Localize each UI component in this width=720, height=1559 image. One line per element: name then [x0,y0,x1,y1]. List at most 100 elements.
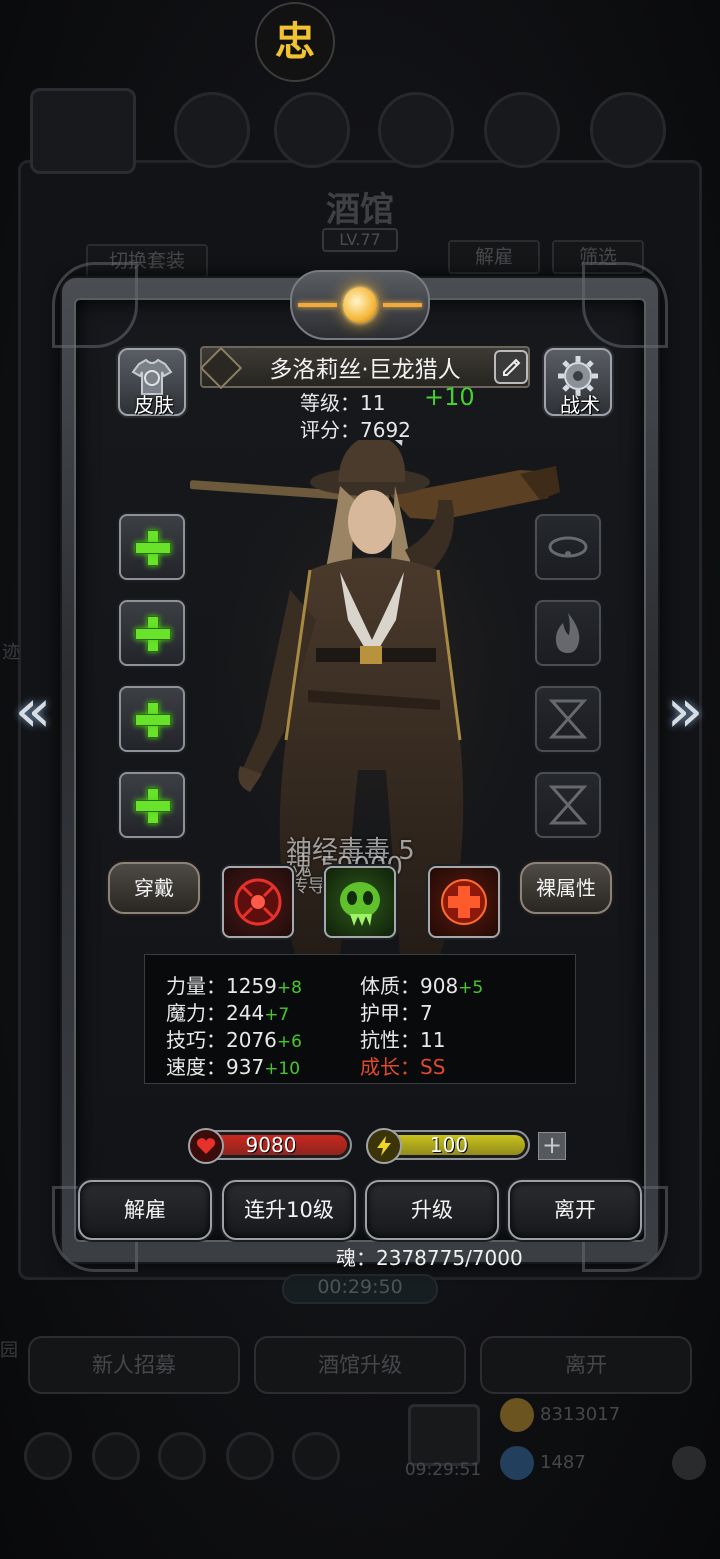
tactics-label: 战术 [560,393,600,417]
skill-slot-1[interactable] [222,866,294,938]
hourglass-icon [548,699,588,739]
stat-speed-bonus: +10 [264,1059,301,1079]
stat-resistance: 抗性：11 [360,1024,445,1053]
dock-icon [158,1432,206,1480]
background-hero-icon [590,92,666,168]
level-up-10-button[interactable]: 连升10级 [222,1180,356,1240]
stat-skill: 技巧：2076+6 [166,1024,302,1053]
loyalty-icon: 忠 [275,18,315,65]
gift-timer: 09:29:51 [404,1460,482,1480]
leave-button[interactable]: 离开 [508,1180,642,1240]
equip-slot-relic[interactable] [119,772,185,838]
equip-slot-necklace[interactable] [535,514,601,580]
necklace-icon [548,536,588,558]
hero-level-bonus: +10 [424,383,475,411]
equip-slot-rune-2[interactable] [535,772,601,838]
dock-icon [24,1432,72,1480]
gem-amount: 1487 [540,1452,586,1473]
background-side-text: 园 [0,1340,18,1361]
background-hero-icon [378,92,454,168]
stat-constitution-value: 体质：908 [360,974,459,998]
corner-ornament [52,262,138,348]
soul-counter: 魂：2378775/7000 [336,1246,523,1270]
gift-icon [408,1404,480,1466]
corner-ornament [582,262,668,348]
hero-score: 评分：7692 [300,418,411,442]
stat-strength: 力量：1259+8 [166,970,302,999]
skill-slot-3[interactable] [428,866,500,938]
stat-skill-value: 技巧：2076 [166,1028,277,1052]
background-leave-button: 离开 [480,1336,692,1394]
stat-resistance-value: 抗性：11 [360,1028,446,1052]
naked-attributes-button[interactable]: 裸属性 [520,862,612,914]
next-hero-arrow[interactable]: » [662,676,708,746]
gold-amount: 8313017 [540,1404,621,1425]
stat-magic: 魔力：244+7 [166,997,289,1026]
background-level: LV.77 [322,228,398,252]
equip-slot-flame[interactable] [535,600,601,666]
add-icon [135,702,171,738]
lightning-icon [366,1128,402,1164]
stat-strength-bonus: +8 [276,978,302,998]
skin-button[interactable]: 皮肤 [118,348,186,417]
poison-skill-icon [340,882,380,926]
background-side-text: 迹 [2,642,20,663]
stat-magic-value: 魔力：244 [166,1001,265,1025]
stat-constitution: 体质：908+5 [360,970,483,999]
background-title: 酒馆 [326,190,394,230]
crest-wing [383,303,423,307]
add-icon [135,788,171,824]
rename-button[interactable] [494,350,528,384]
stat-armor-value: 护甲：7 [360,1001,433,1025]
hero-level: 等级：11 [300,391,386,415]
dock-icon [226,1432,274,1480]
stat-magic-bonus: +7 [264,1005,290,1025]
skill-slot-2[interactable] [324,866,396,938]
add-icon [135,530,171,566]
new-recruit-button: 新人招募 [28,1336,240,1394]
stat-speed-value: 速度：937 [166,1055,265,1079]
stat-skill-bonus: +6 [276,1032,302,1052]
background-avatar [30,88,136,174]
pencil-icon [503,358,521,376]
gem-icon [500,1446,534,1480]
add-energy-button[interactable]: + [538,1132,566,1160]
flame-icon [555,613,580,653]
skin-label: 皮肤 [134,393,174,417]
add-icon [135,616,171,652]
dock-icon [292,1432,340,1480]
hero-name: 多洛莉丝·巨龙猎人 [269,357,461,383]
wear-button[interactable]: 穿戴 [108,862,200,914]
background-hero-icon [484,92,560,168]
level-up-button[interactable]: 升级 [365,1180,499,1240]
moon-icon [342,287,378,323]
equip-slot-armor[interactable] [119,600,185,666]
equip-slot-weapon[interactable] [119,514,185,580]
stat-growth: 成长：SS [360,1051,445,1080]
stat-constitution-bonus: +5 [458,978,484,998]
heart-icon [188,1128,224,1164]
add-icon [672,1446,706,1480]
stat-speed: 速度：937+10 [166,1051,300,1080]
tavern-upgrade-button: 酒馆升级 [254,1336,466,1394]
prev-hero-arrow[interactable]: « [10,676,56,746]
stat-growth-value: 成长：SS [360,1055,446,1079]
stat-armor: 护甲：7 [360,997,433,1026]
crest-wing [298,303,337,307]
tactics-button[interactable]: 战术 [544,348,612,417]
panel-crest [290,270,430,340]
background-hero-icon [174,92,250,168]
background-hero-icon [274,92,350,168]
hp-bar: 9080 [188,1128,352,1164]
dismiss-button[interactable]: 解雇 [78,1180,212,1240]
gold-icon [500,1398,534,1432]
background-timer: 00:29:50 [317,1276,403,1298]
equip-slot-accessory[interactable] [119,686,185,752]
healing-cross-icon [441,879,487,925]
background-dismiss-button: 解雇 [448,240,540,274]
crosshair-skill-icon [234,878,282,926]
loyalty-badge: 忠 [255,2,335,82]
loyalty-badge-inner: 忠 [263,10,327,74]
equip-slot-rune-1[interactable] [535,686,601,752]
energy-bar: 100 [366,1128,530,1164]
